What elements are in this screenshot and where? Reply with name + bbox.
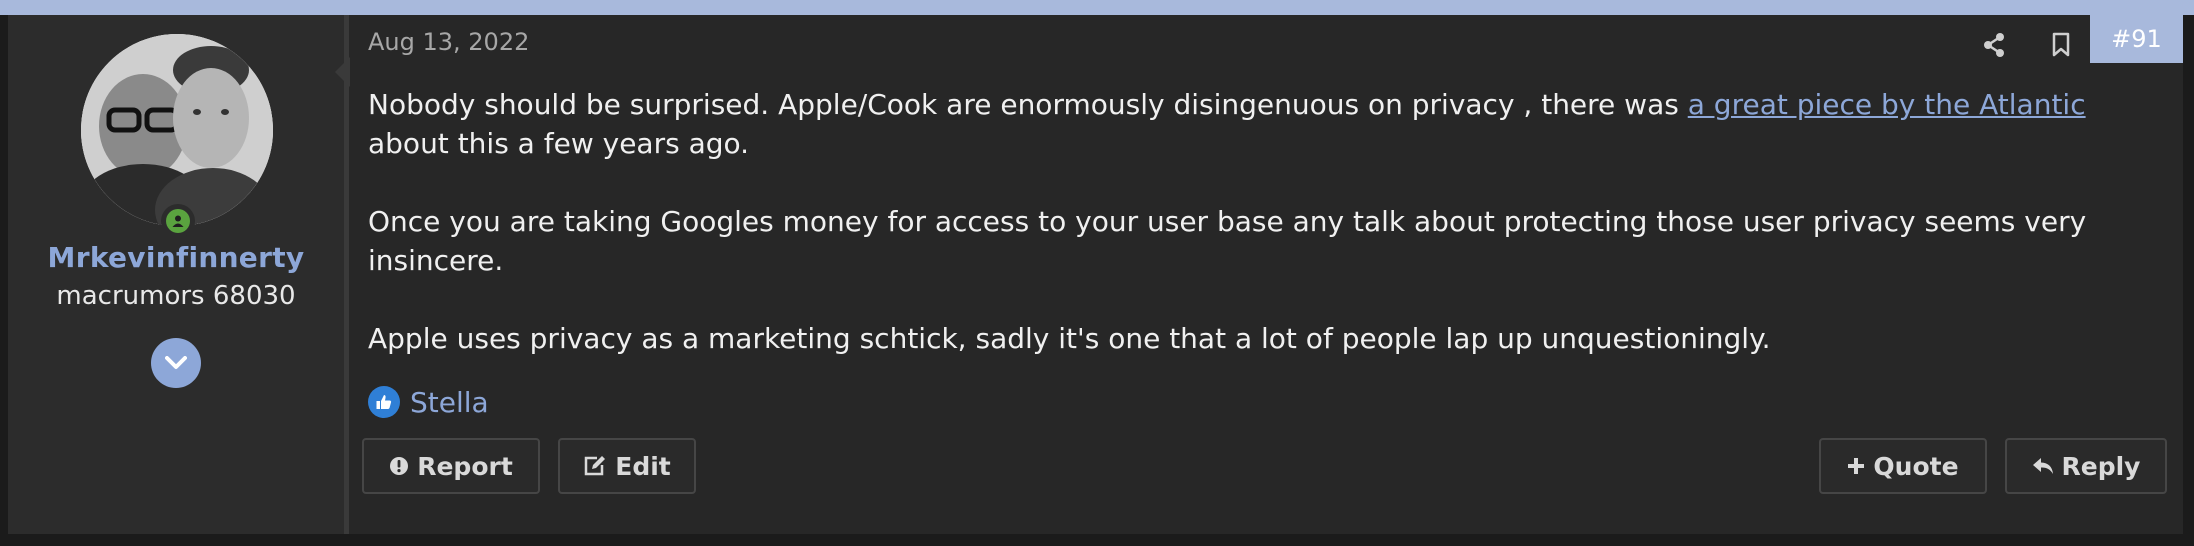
post-body: Nobody should be surprised. Apple/Cook a… — [368, 85, 2168, 397]
user-sidebar: Mrkevinfinnerty macrumors 68030 — [8, 15, 349, 534]
post-paragraph-2: Once you are taking Googles money for ac… — [368, 205, 2087, 277]
bookmark-icon[interactable] — [2041, 25, 2081, 65]
username[interactable]: Mrkevinfinnerty — [8, 241, 344, 274]
post-paragraph-1: Nobody should be surprised. Apple/Cook a… — [368, 85, 2168, 163]
post-number-link[interactable]: #91 — [2090, 15, 2183, 63]
post-pointer-arrow — [335, 57, 350, 87]
post-paragraph-3: Apple uses privacy as a marketing schtic… — [368, 322, 1771, 355]
reactions-bar: Stella — [368, 383, 489, 421]
expand-user-info-button[interactable] — [151, 338, 201, 388]
forum-post: Mrkevinfinnerty macrumors 68030 Aug 13, … — [8, 15, 2183, 534]
online-status-indicator — [161, 204, 195, 238]
share-icon[interactable] — [1974, 25, 2014, 65]
reaction-user-link[interactable]: Stella — [410, 386, 489, 419]
reply-button-label: Reply — [2061, 451, 2141, 481]
exclamation-circle-icon — [390, 457, 409, 475]
reply-icon — [2032, 458, 2053, 474]
quote-button-label: Quote — [1873, 451, 1959, 481]
report-button[interactable]: Report — [362, 438, 540, 494]
user-icon — [166, 209, 190, 233]
user-title: macrumors 68030 — [56, 281, 296, 311]
atlantic-article-link[interactable]: a great piece by the Atlantic — [1688, 88, 2086, 121]
quote-button[interactable]: Quote — [1819, 438, 1987, 494]
chevron-down-icon — [165, 356, 187, 369]
reply-button[interactable]: Reply — [2005, 438, 2167, 494]
edit-button-label: Edit — [615, 451, 671, 481]
avatar-image — [81, 34, 273, 226]
post-text: about this a few years ago. — [368, 127, 750, 160]
edit-button[interactable]: Edit — [558, 438, 696, 494]
avatar[interactable] — [81, 34, 273, 226]
thumbs-up-icon — [368, 386, 400, 418]
report-button-label: Report — [417, 451, 513, 481]
plus-icon — [1848, 458, 1865, 474]
edit-icon — [585, 456, 606, 476]
post-date[interactable]: Aug 13, 2022 — [368, 28, 529, 56]
post-text: Nobody should be surprised. Apple/Cook a… — [368, 88, 1688, 121]
top-accent-bar — [0, 0, 2194, 15]
